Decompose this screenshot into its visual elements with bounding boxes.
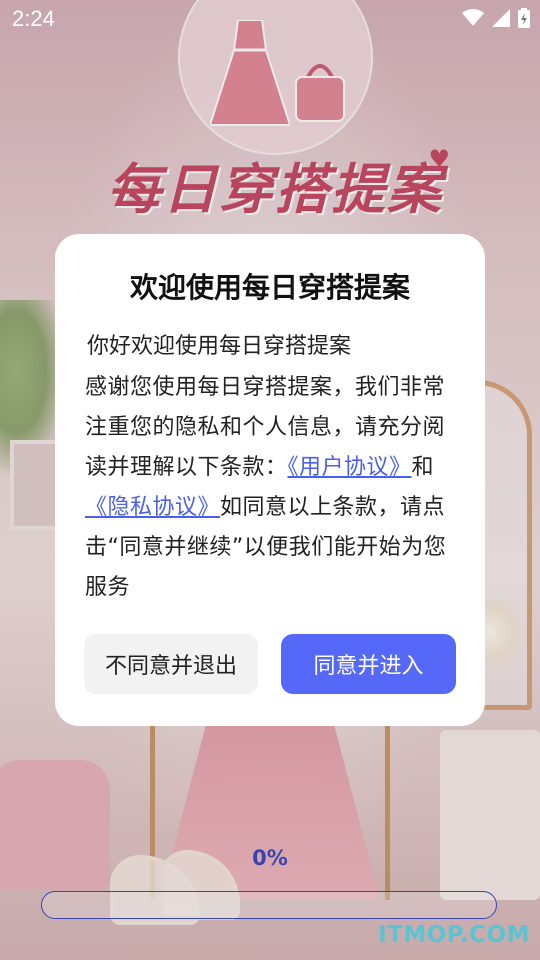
decline-and-exit-button[interactable]: 不同意并退出 bbox=[84, 634, 258, 694]
privacy-consent-dialog: 欢迎使用每日穿搭提案 你好欢迎使用每日穿搭提案 感谢您使用每日穿搭提案，我们非常… bbox=[55, 234, 485, 726]
user-agreement-link[interactable]: 《用户协议》 bbox=[288, 455, 412, 480]
dialog-greeting: 你好欢迎使用每日穿搭提案 bbox=[87, 334, 352, 359]
dialog-body: 感谢您使用每日穿搭提案，我们非常注重您的隐私和个人信息，请充分阅读并理解以下条款… bbox=[85, 368, 457, 608]
battery-charging-icon bbox=[518, 8, 530, 28]
cellular-signal-icon bbox=[492, 9, 510, 27]
privacy-policy-link[interactable]: 《隐私协议》 bbox=[85, 495, 220, 520]
dialog-title: 欢迎使用每日穿搭提案 bbox=[129, 271, 410, 304]
status-icons bbox=[462, 8, 530, 28]
watermark: ITMOP.COM bbox=[378, 922, 530, 948]
agree-and-enter-button[interactable]: 同意并进入 bbox=[281, 634, 456, 694]
status-time: 2:24 bbox=[12, 6, 55, 31]
and-text: 和 bbox=[411, 455, 435, 480]
status-bar: 2:24 bbox=[0, 0, 540, 38]
wifi-icon bbox=[462, 9, 484, 27]
